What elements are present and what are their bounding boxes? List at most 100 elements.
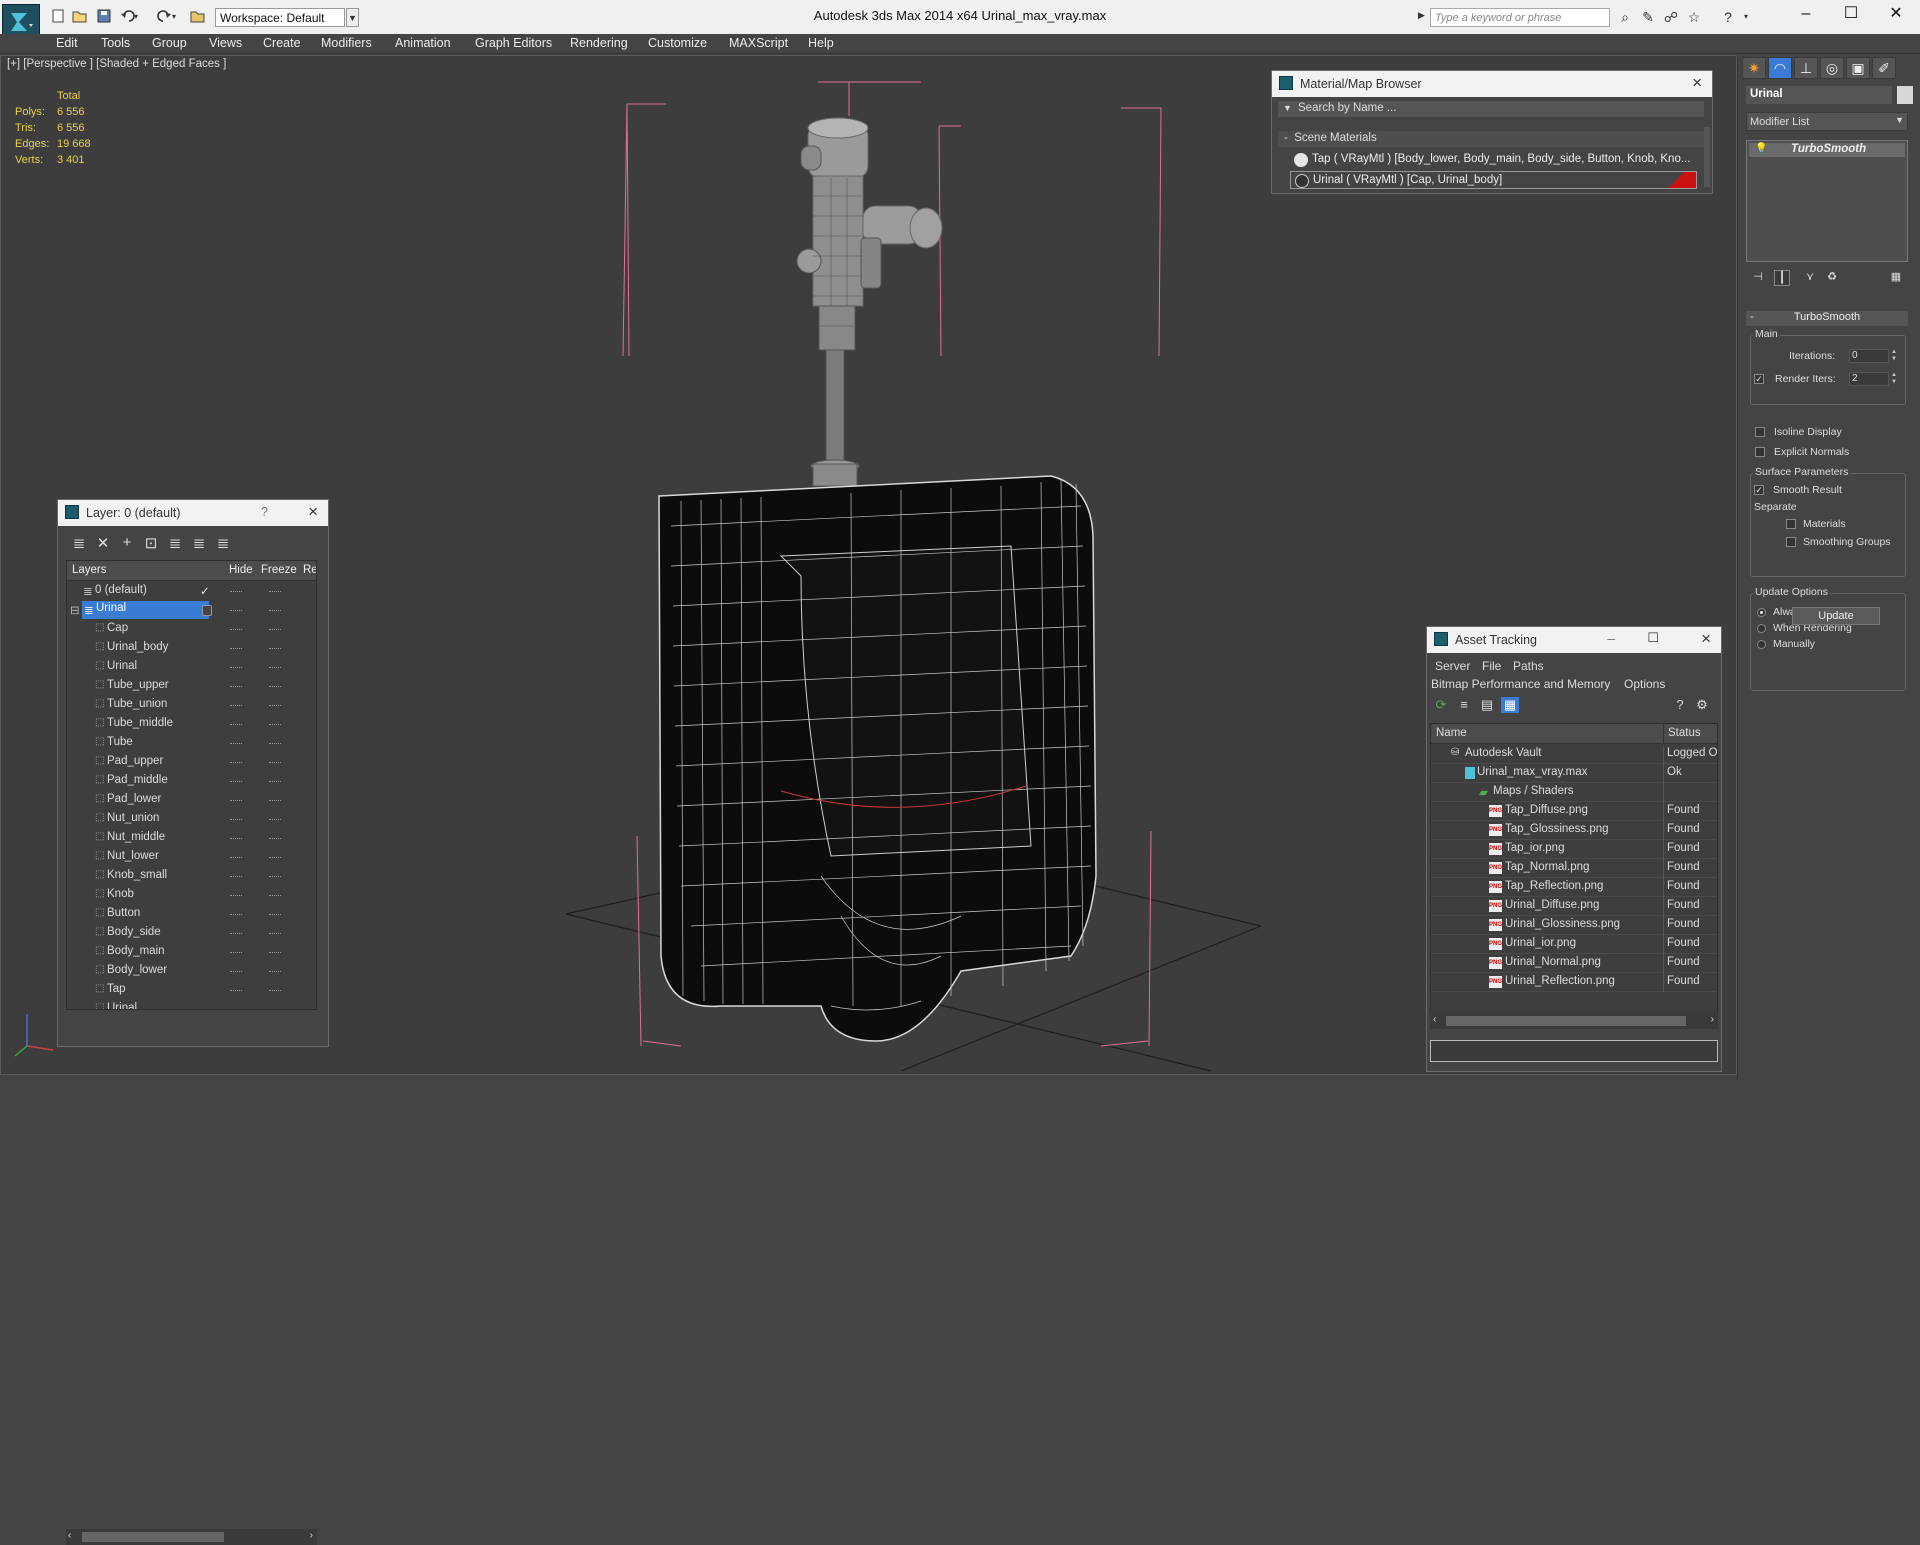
spinner-arrows-icon[interactable]: ▲ ▼ bbox=[1891, 349, 1899, 363]
close-button[interactable]: ✕ bbox=[1881, 4, 1911, 24]
rollout-toggle[interactable]: - bbox=[1750, 311, 1754, 323]
asset-row[interactable]: PNG Tap_Reflection.png Found bbox=[1431, 878, 1717, 897]
layer-object-row[interactable]: ⬚ Tube bbox=[67, 734, 316, 753]
layer-object-row[interactable]: ⬚ Cap bbox=[67, 620, 316, 639]
asset-row[interactable]: ▰ Maps / Shaders bbox=[1431, 783, 1717, 802]
layer-object-row[interactable]: ⬚ Nut_union bbox=[67, 810, 316, 829]
menu-help[interactable]: Help bbox=[808, 36, 834, 50]
subscription-icon[interactable]: ✎ bbox=[1640, 9, 1656, 25]
menu-group[interactable]: Group bbox=[152, 36, 187, 50]
hide-toggle[interactable] bbox=[230, 1009, 242, 1010]
freeze-toggle[interactable] bbox=[269, 971, 281, 972]
explicit-normals-checkbox[interactable] bbox=[1755, 447, 1765, 457]
isoline-display-checkbox[interactable] bbox=[1755, 427, 1765, 437]
freeze-toggle[interactable] bbox=[269, 629, 281, 630]
col-freeze[interactable]: Freeze bbox=[261, 564, 297, 576]
asset-row[interactable]: ⛁ Autodesk Vault Logged Out bbox=[1431, 745, 1717, 764]
freeze-toggle[interactable] bbox=[269, 743, 281, 744]
freeze-toggle[interactable] bbox=[269, 914, 281, 915]
menu-animation[interactable]: Animation bbox=[395, 36, 451, 50]
hide-toggle[interactable] bbox=[230, 762, 242, 763]
freeze-all-icon[interactable]: ≣ bbox=[214, 534, 232, 552]
hide-toggle[interactable] bbox=[230, 971, 242, 972]
search-expand-icon[interactable]: ▶ bbox=[1418, 10, 1425, 21]
update-when-rendering-radio[interactable] bbox=[1757, 624, 1766, 633]
menu-bitmap-performance[interactable]: Bitmap Performance and Memory bbox=[1431, 677, 1610, 691]
table-view-icon[interactable]: ▦ bbox=[1501, 697, 1519, 713]
layer-object-row[interactable]: ⬚ Tube_upper bbox=[67, 677, 316, 696]
show-end-result-icon[interactable]: ┃ bbox=[1774, 270, 1790, 286]
freeze-toggle[interactable] bbox=[269, 724, 281, 725]
menu-modifiers[interactable]: Modifiers bbox=[321, 36, 372, 50]
scroll-thumb[interactable] bbox=[82, 1532, 224, 1542]
layer-object-row[interactable]: ⬚ Tap bbox=[67, 981, 316, 1000]
create-tab-icon[interactable]: ✷ bbox=[1742, 57, 1766, 79]
communication-center-icon[interactable]: ☍ bbox=[1663, 9, 1679, 25]
freeze-toggle[interactable] bbox=[269, 895, 281, 896]
layer-object-row[interactable]: ⬚ Pad_upper bbox=[67, 753, 316, 772]
scroll-left-icon[interactable]: ‹ bbox=[68, 1530, 71, 1541]
delete-layer-icon[interactable]: ✕ bbox=[94, 534, 112, 552]
expand-icon[interactable]: ⊟ bbox=[70, 603, 80, 617]
help-icon[interactable]: ? bbox=[1671, 697, 1689, 713]
freeze-toggle[interactable] bbox=[269, 591, 281, 592]
hide-all-icon[interactable]: ≣ bbox=[190, 534, 208, 552]
stack-item-turbosmooth[interactable]: 💡 TurboSmooth bbox=[1749, 143, 1905, 157]
material-search-input[interactable]: ▼ Search by Name ... bbox=[1278, 101, 1704, 117]
layer-object-row[interactable]: ⬚ Body_main bbox=[67, 943, 316, 962]
render-iters-checkbox[interactable]: ✓ bbox=[1754, 374, 1764, 384]
layer-object-row[interactable]: ⬚ Pad_lower bbox=[67, 791, 316, 810]
asset-row[interactable]: Urinal_max_vray.max Ok bbox=[1431, 764, 1717, 783]
spinner-arrows-icon[interactable]: ▲ ▼ bbox=[1891, 372, 1899, 386]
asset-row[interactable]: PNG Tap_Normal.png Found bbox=[1431, 859, 1717, 878]
hide-toggle[interactable] bbox=[230, 990, 242, 991]
search-input[interactable]: Type a keyword or phrase bbox=[1430, 8, 1610, 27]
object-name-field[interactable]: Urinal bbox=[1746, 86, 1892, 104]
scrollbar[interactable] bbox=[1704, 127, 1710, 187]
col-render[interactable]: Re bbox=[303, 564, 316, 576]
highlight-layer-icon[interactable]: ≣ bbox=[166, 534, 184, 552]
freeze-toggle[interactable] bbox=[269, 648, 281, 649]
layer-object-row[interactable]: ⬚ Knob_small bbox=[67, 867, 316, 886]
modify-tab-icon[interactable]: ◠ bbox=[1768, 57, 1792, 79]
scroll-thumb[interactable] bbox=[1446, 1016, 1686, 1026]
add-to-layer-icon[interactable]: + bbox=[118, 534, 136, 552]
menu-server[interactable]: Server bbox=[1435, 659, 1470, 673]
asset-row[interactable]: PNG Tap_Diffuse.png Found bbox=[1431, 802, 1717, 821]
create-layer-icon[interactable]: ≣ bbox=[70, 534, 88, 552]
utilities-tab-icon[interactable]: ✐ bbox=[1872, 57, 1896, 79]
list-view-icon[interactable]: ≡ bbox=[1455, 697, 1473, 713]
hide-toggle[interactable] bbox=[230, 648, 242, 649]
asset-row[interactable]: PNG Tap_ior.png Found bbox=[1431, 840, 1717, 859]
asset-row[interactable]: PNG Urinal_Diffuse.png Found bbox=[1431, 897, 1717, 916]
collapse-icon[interactable]: - bbox=[1284, 132, 1288, 144]
layer-object-row[interactable]: ⬚ Body_lower bbox=[67, 962, 316, 981]
close-icon[interactable]: × bbox=[1692, 73, 1702, 93]
hide-toggle[interactable] bbox=[230, 819, 242, 820]
menu-views[interactable]: Views bbox=[209, 36, 242, 50]
scroll-right-icon[interactable]: › bbox=[310, 1530, 313, 1541]
refresh-icon[interactable]: ⟳ bbox=[1432, 697, 1450, 713]
options-icon[interactable]: ⚙ bbox=[1693, 697, 1711, 713]
layer-object-row[interactable]: ⬚ Urinal bbox=[67, 1000, 316, 1010]
render-iters-spinner[interactable]: 2 bbox=[1849, 372, 1889, 386]
hide-toggle[interactable] bbox=[230, 933, 242, 934]
layer-object-row[interactable]: ⬚ Urinal bbox=[67, 658, 316, 677]
scroll-left-icon[interactable]: ‹ bbox=[1433, 1014, 1436, 1025]
minimize-button[interactable]: – bbox=[1607, 630, 1615, 646]
menu-tools[interactable]: Tools bbox=[101, 36, 130, 50]
hide-toggle[interactable] bbox=[230, 781, 242, 782]
hide-toggle[interactable] bbox=[230, 914, 242, 915]
hide-toggle[interactable] bbox=[230, 857, 242, 858]
layer-object-row[interactable]: ⬚ Tube_union bbox=[67, 696, 316, 715]
make-unique-icon[interactable]: ⋎ bbox=[1802, 270, 1818, 286]
freeze-toggle[interactable] bbox=[269, 876, 281, 877]
minimize-button[interactable]: – bbox=[1791, 4, 1821, 24]
display-tab-icon[interactable]: ▣ bbox=[1846, 57, 1870, 79]
iterations-spinner[interactable]: 0 bbox=[1849, 349, 1889, 363]
menu-graph-editors[interactable]: Graph Editors bbox=[475, 36, 552, 50]
asset-row[interactable]: PNG Urinal_Normal.png Found bbox=[1431, 954, 1717, 973]
maximize-button[interactable]: ☐ bbox=[1647, 630, 1659, 646]
menu-create[interactable]: Create bbox=[263, 36, 301, 50]
scene-materials-group[interactable]: - Scene Materials bbox=[1278, 131, 1704, 147]
